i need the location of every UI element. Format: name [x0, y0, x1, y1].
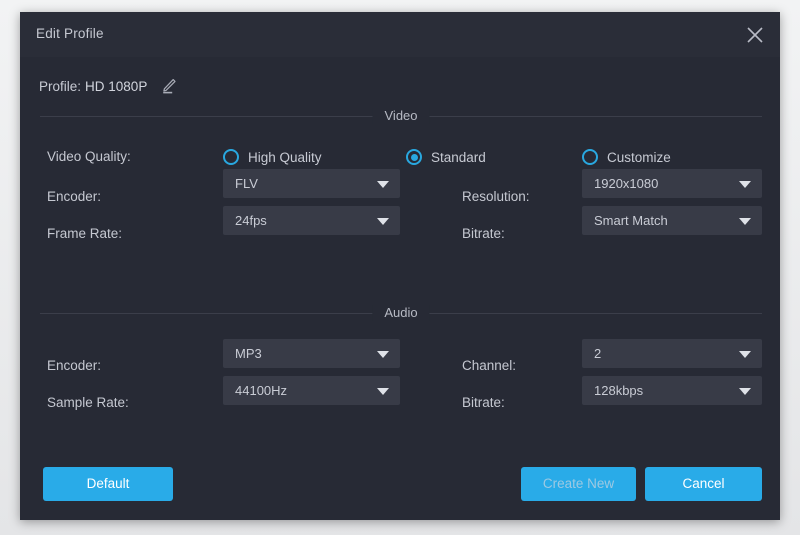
create-new-button[interactable]: Create New [521, 467, 636, 501]
audio-sample-rate-select[interactable]: 44100Hz [223, 376, 400, 405]
video-resolution-value: 1920x1080 [594, 169, 658, 198]
radio-dot-standard [406, 149, 422, 165]
audio-bitrate-value: 128kbps [594, 376, 643, 405]
dialog-titlebar: Edit Profile [20, 12, 780, 57]
video-encoder-value: FLV [235, 169, 258, 198]
audio-encoder-value: MP3 [235, 339, 262, 368]
radio-label-standard: Standard [431, 150, 486, 165]
radio-dot-customize [582, 149, 598, 165]
video-frame-rate-value: 24fps [235, 206, 267, 235]
video-bitrate-value: Smart Match [594, 206, 668, 235]
chevron-down-icon [377, 218, 389, 225]
video-quality-label: Video Quality: [47, 149, 131, 165]
audio-channel-select[interactable]: 2 [582, 339, 762, 368]
close-icon[interactable] [740, 20, 770, 50]
video-section-header: Video [40, 108, 762, 124]
video-section-title: Video [372, 108, 429, 124]
chevron-down-icon [377, 351, 389, 358]
profile-label: Profile: [39, 79, 81, 94]
video-frame-rate-label: Frame Rate: [47, 226, 122, 242]
audio-bitrate-label: Bitrate: [462, 395, 505, 411]
dialog-title: Edit Profile [36, 26, 104, 41]
chevron-down-icon [377, 181, 389, 188]
audio-sample-rate-value: 44100Hz [235, 376, 287, 405]
chevron-down-icon [739, 218, 751, 225]
video-resolution-select[interactable]: 1920x1080 [582, 169, 762, 198]
video-bitrate-label: Bitrate: [462, 226, 505, 242]
cancel-button[interactable]: Cancel [645, 467, 762, 501]
chevron-down-icon [739, 181, 751, 188]
radio-customize[interactable]: Customize [582, 148, 671, 166]
radio-label-customize: Customize [607, 150, 671, 165]
chevron-down-icon [739, 388, 751, 395]
video-resolution-label: Resolution: [462, 189, 530, 205]
radio-high-quality[interactable]: High Quality [223, 148, 322, 166]
audio-channel-label: Channel: [462, 358, 516, 374]
audio-bitrate-select[interactable]: 128kbps [582, 376, 762, 405]
profile-row: Profile: HD 1080P [39, 74, 178, 98]
video-encoder-select[interactable]: FLV [223, 169, 400, 198]
chevron-down-icon [739, 351, 751, 358]
audio-section-title: Audio [372, 305, 429, 321]
edit-profile-dialog: Edit Profile Profile: HD 1080P Vide [20, 12, 780, 520]
video-encoder-label: Encoder: [47, 189, 101, 205]
audio-sample-rate-label: Sample Rate: [47, 395, 129, 411]
radio-dot-high-quality [223, 149, 239, 165]
audio-encoder-label: Encoder: [47, 358, 101, 374]
audio-encoder-select[interactable]: MP3 [223, 339, 400, 368]
default-button[interactable]: Default [43, 467, 173, 501]
audio-section-header: Audio [40, 305, 762, 321]
radio-label-high-quality: High Quality [248, 150, 322, 165]
pencil-edit-icon[interactable] [160, 77, 178, 95]
screen: Edit Profile Profile: HD 1080P Vide [0, 0, 800, 535]
audio-channel-value: 2 [594, 339, 601, 368]
radio-standard[interactable]: Standard [406, 148, 486, 166]
chevron-down-icon [377, 388, 389, 395]
profile-value: HD 1080P [85, 79, 147, 94]
video-bitrate-select[interactable]: Smart Match [582, 206, 762, 235]
video-frame-rate-select[interactable]: 24fps [223, 206, 400, 235]
